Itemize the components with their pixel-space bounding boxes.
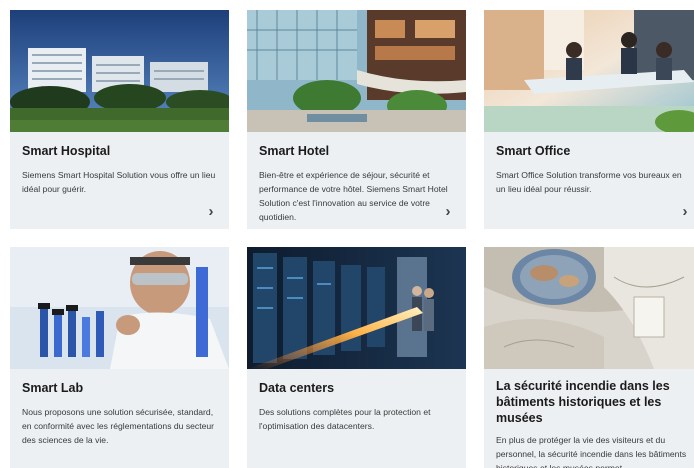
card-description: Nous proposons une solution sécurisée, s… [22, 407, 215, 445]
office-meeting-image[interactable] [484, 10, 694, 132]
card-description: Siemens Smart Hospital Solution vous off… [22, 170, 216, 194]
card-smart-office[interactable]: Smart Office Smart Office Solution trans… [484, 10, 694, 229]
card-title[interactable]: Smart Lab [22, 380, 219, 396]
card-smart-hotel[interactable]: Smart Hotel Bien-être et expérience de s… [247, 10, 466, 229]
hotel-atrium-image[interactable] [247, 10, 466, 132]
card-title[interactable]: La sécurité incendie dans les bâtiments … [496, 378, 693, 426]
chevron-right-icon[interactable]: › [679, 204, 691, 219]
hospital-building-photo-icon [10, 10, 229, 132]
solutions-grid: Smart Hospital Siemens Smart Hospital So… [10, 10, 694, 468]
datacenter-servers-photo-icon [247, 247, 466, 369]
historic-ceiling-image[interactable] [484, 247, 694, 369]
card-historic-fire-safety[interactable]: La sécurité incendie dans les bâtiments … [484, 247, 694, 468]
card-description: En plus de protéger la vie des visiteurs… [496, 435, 687, 468]
card-data-centers[interactable]: Data centers Des solutions complètes pou… [247, 247, 466, 468]
hotel-atrium-photo-icon [247, 10, 466, 132]
datacenter-image[interactable] [247, 247, 466, 369]
card-description: Smart Office Solution transforme vos bur… [496, 170, 682, 194]
chevron-right-icon[interactable]: › [442, 204, 454, 219]
office-meeting-photo-icon [484, 10, 694, 132]
historic-ceiling-photo-icon [484, 247, 694, 369]
chevron-right-icon[interactable]: › [205, 204, 217, 219]
card-title[interactable]: Data centers [259, 380, 456, 396]
hospital-building-image[interactable] [10, 10, 229, 132]
laboratory-scientist-photo-icon [10, 247, 229, 369]
card-smart-lab[interactable]: Smart Lab Nous proposons une solution sé… [10, 247, 229, 468]
card-description: Des solutions complètes pour la protecti… [259, 407, 431, 431]
laboratory-image[interactable] [10, 247, 229, 369]
card-description: Bien-être et expérience de séjour, sécur… [259, 170, 448, 222]
card-smart-hospital[interactable]: Smart Hospital Siemens Smart Hospital So… [10, 10, 229, 229]
card-title[interactable]: Smart Office [496, 143, 693, 159]
card-title[interactable]: Smart Hotel [259, 143, 456, 159]
card-title[interactable]: Smart Hospital [22, 143, 219, 159]
